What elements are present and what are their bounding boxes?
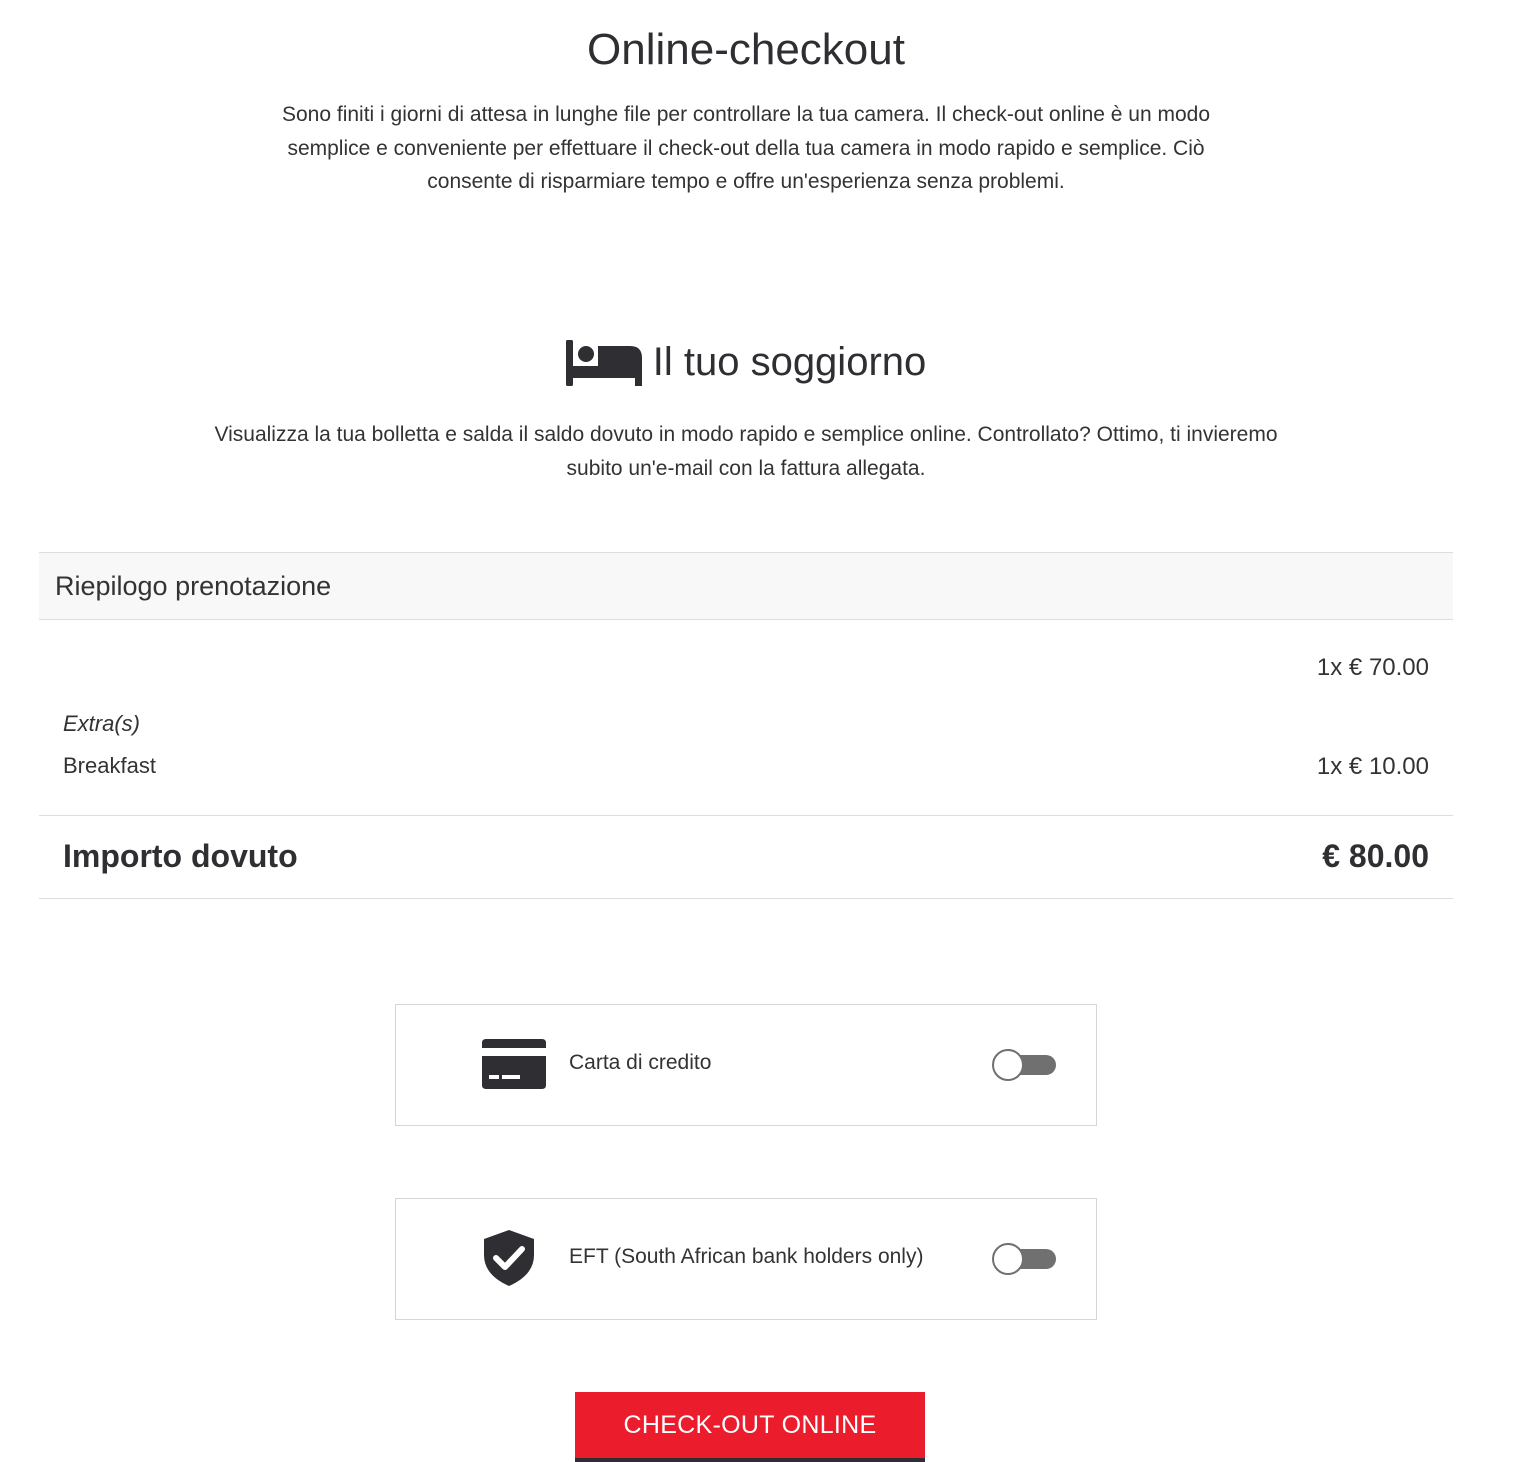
room-price: 1x € 70.00: [1316, 654, 1429, 681]
extra-item-name: Breakfast: [63, 753, 156, 778]
room-line: 1x € 70.00: [39, 654, 1453, 684]
checkout-online-button[interactable]: CHECK-OUT ONLINE: [575, 1392, 925, 1462]
extras-heading-row: Extra(s): [39, 711, 1453, 741]
page-description: Sono finiti i giorni di attesa in lunghe…: [281, 103, 1211, 193]
page-title: Online-checkout: [587, 25, 905, 74]
booking-summary: Riepilogo prenotazione 1x € 70.00 Extra(…: [39, 552, 1453, 899]
stay-heading: Il tuo soggiorno: [0, 336, 1492, 388]
online-checkout-page: Online-checkout Sono finiti i giorni di …: [0, 0, 1538, 1462]
total-row: Importo dovuto € 80.00: [39, 815, 1453, 899]
summary-header: Riepilogo prenotazione: [39, 552, 1453, 620]
credit-card-toggle[interactable]: [992, 1049, 1056, 1081]
credit-card-icon: [482, 1039, 546, 1089]
payment-option-eft[interactable]: EFT (South African bank holders only): [395, 1198, 1097, 1320]
bed-icon: [565, 340, 642, 386]
toggle-knob: [992, 1243, 1024, 1275]
toggle-knob: [992, 1049, 1024, 1081]
extras-label: Extra(s): [63, 711, 140, 736]
shield-check-icon: [484, 1230, 534, 1286]
extra-item-breakfast: Breakfast 1x € 10.00: [39, 753, 1453, 783]
payment-option-label: EFT (South African bank holders only): [569, 1245, 924, 1268]
stay-description: Visualizza la tua bolletta e salda il sa…: [214, 423, 1278, 480]
total-label: Importo dovuto: [63, 838, 298, 874]
extra-item-price: 1x € 10.00: [1316, 753, 1429, 780]
payment-option-credit-card[interactable]: Carta di credito: [395, 1004, 1097, 1126]
total-value: € 80.00: [1322, 838, 1429, 874]
payment-option-label: Carta di credito: [569, 1051, 712, 1074]
stay-title: Il tuo soggiorno: [652, 340, 927, 384]
eft-toggle[interactable]: [992, 1243, 1056, 1275]
